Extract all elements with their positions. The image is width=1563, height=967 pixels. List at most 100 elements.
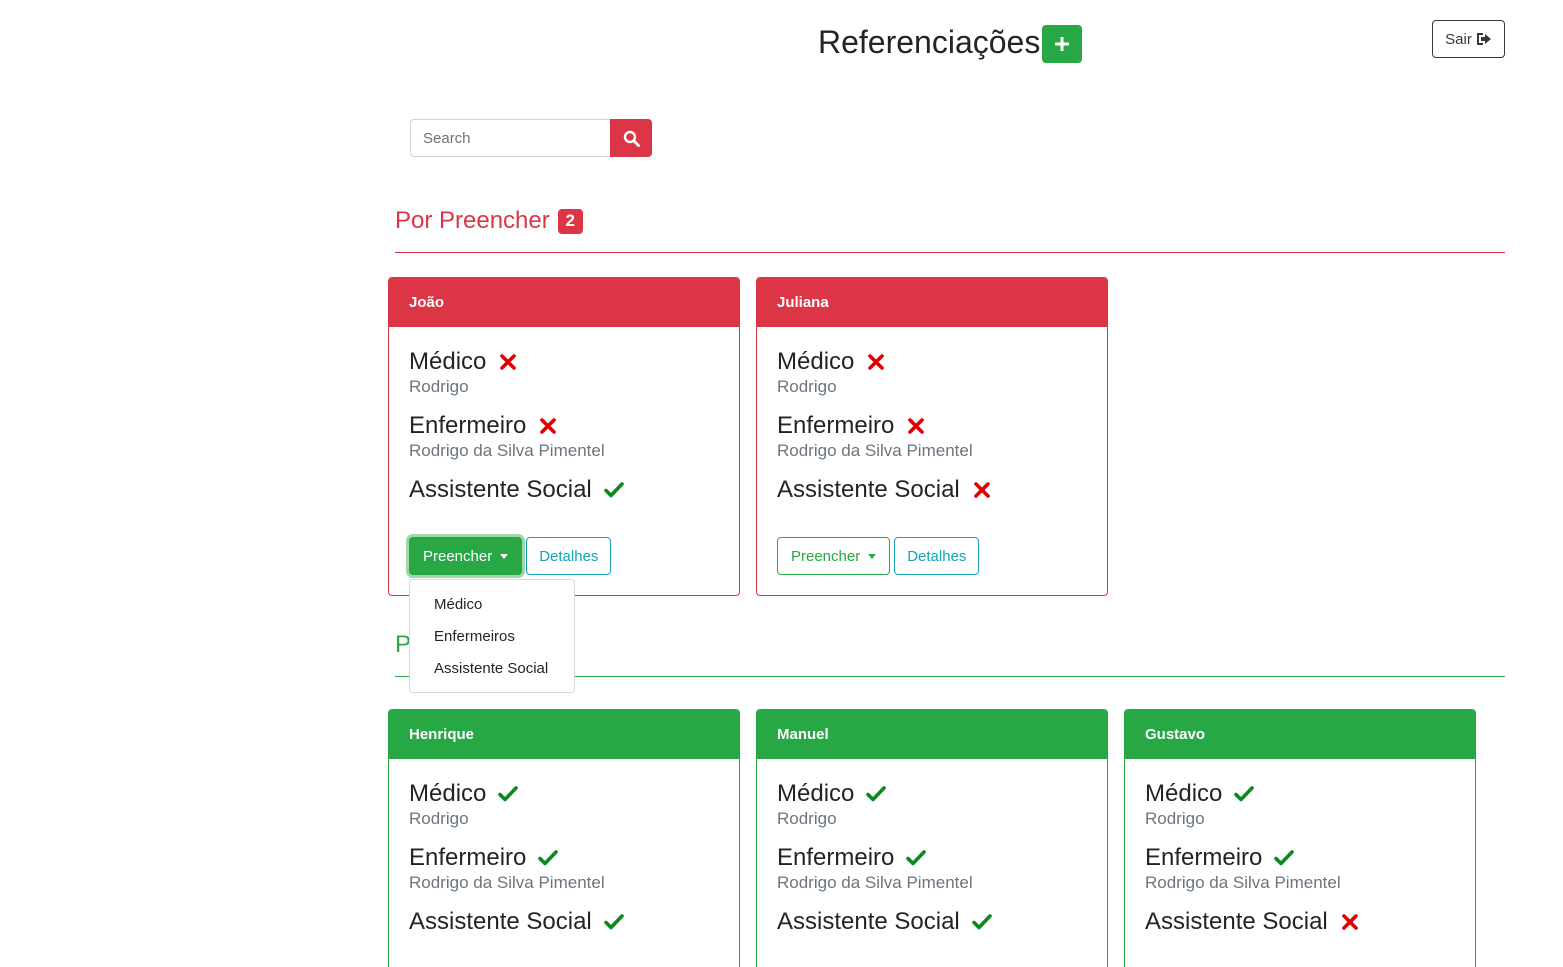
logout-label: Sair xyxy=(1445,30,1472,48)
role-nurse: Enfermeiro Rodrigo da Silva Pimentel xyxy=(409,411,719,461)
role-nurse-label: Enfermeiro xyxy=(1145,844,1263,871)
card-header: Manuel xyxy=(757,710,1107,759)
nurse-name: Rodrigo da Silva Pimentel xyxy=(409,441,605,460)
section-pending-heading: Por Preencher 2 xyxy=(395,206,583,236)
nurse-name: Rodrigo da Silva Pimentel xyxy=(777,873,973,892)
role-social: Assistente Social xyxy=(409,475,719,505)
role-doctor: Médico Rodrigo xyxy=(777,347,1087,397)
dropdown-item-assistente-social[interactable]: Assistente Social xyxy=(410,652,574,684)
caret-down-icon xyxy=(500,553,509,559)
doctor-name: Rodrigo xyxy=(777,377,837,396)
role-doctor-label: Médico xyxy=(1145,780,1223,807)
card-body: Médico Rodrigo Enfermeiro Rodrigo da Silva … xyxy=(757,327,1107,595)
check-icon xyxy=(906,850,927,866)
check-icon xyxy=(866,786,887,802)
role-doctor: Médico Rodrigo xyxy=(409,347,719,397)
role-nurse-label: Enfermeiro xyxy=(777,412,895,439)
role-social-label: Assistente Social xyxy=(409,908,592,935)
card-header: Henrique xyxy=(389,710,739,759)
referral-card: Gustavo Médico Rodrigo Enfermeiro Rodrigo da… xyxy=(1124,709,1476,967)
role-social: Assistente Social xyxy=(1145,907,1455,937)
search-icon xyxy=(623,130,640,147)
section-pending-divider xyxy=(395,252,1505,253)
check-icon xyxy=(971,914,992,930)
search-bar xyxy=(410,119,652,157)
page-title: Referenciações xyxy=(818,24,1041,60)
role-social: Assistente Social xyxy=(409,907,719,937)
role-nurse-label: Enfermeiro xyxy=(409,412,527,439)
add-referral-button[interactable] xyxy=(1042,25,1082,63)
doctor-name: Rodrigo xyxy=(1145,809,1205,828)
search-input[interactable] xyxy=(410,119,610,157)
card-body: Médico Rodrigo Enfermeiro Rodrigo da Silva … xyxy=(389,759,739,937)
details-button[interactable]: Detalhes xyxy=(526,537,612,575)
card-header: Juliana xyxy=(757,278,1107,327)
role-nurse-label: Enfermeiro xyxy=(409,844,527,871)
check-icon xyxy=(1274,850,1295,866)
role-nurse: Enfermeiro Rodrigo da Silva Pimentel xyxy=(409,843,719,893)
role-social: Assistente Social xyxy=(777,475,1087,505)
dropdown-item-enfermeiros[interactable]: Enfermeiros xyxy=(410,620,574,652)
role-social-label: Assistente Social xyxy=(777,908,960,935)
card-body: Médico Rodrigo Enfermeiro Rodrigo da Silva … xyxy=(1125,759,1475,937)
role-nurse: Enfermeiro Rodrigo da Silva Pimentel xyxy=(1145,843,1455,893)
role-doctor: Médico Rodrigo xyxy=(1145,779,1455,829)
doctor-name: Rodrigo xyxy=(409,809,469,828)
cross-icon xyxy=(868,354,885,370)
patient-name: Manuel xyxy=(777,726,829,743)
details-button[interactable]: Detalhes xyxy=(894,537,980,575)
caret-down-icon xyxy=(868,553,877,559)
role-social-label: Assistente Social xyxy=(409,476,592,503)
patient-name: Juliana xyxy=(777,294,829,311)
cross-icon xyxy=(973,482,990,498)
card-body: Médico Rodrigo Enfermeiro Rodrigo da Silva … xyxy=(389,327,739,595)
logout-button[interactable]: Sair xyxy=(1432,20,1505,58)
referral-card: Manuel Médico Rodrigo Enfermeiro Rodrigo da … xyxy=(756,709,1108,967)
fill-button-label: Preencher xyxy=(423,547,493,565)
card-header: Gustavo xyxy=(1125,710,1475,759)
role-doctor-label: Médico xyxy=(409,780,487,807)
role-nurse: Enfermeiro Rodrigo da Silva Pimentel xyxy=(777,843,1087,893)
card-body: Médico Rodrigo Enfermeiro Rodrigo da Silva … xyxy=(757,759,1107,937)
check-icon xyxy=(538,850,559,866)
role-nurse: Enfermeiro Rodrigo da Silva Pimentel xyxy=(777,411,1087,461)
patient-name: Henrique xyxy=(409,726,475,743)
check-icon xyxy=(603,914,624,930)
role-social: Assistente Social xyxy=(777,907,1087,937)
role-doctor-label: Médico xyxy=(777,348,855,375)
check-icon xyxy=(603,482,624,498)
plus-icon xyxy=(1055,37,1069,51)
cross-icon xyxy=(540,418,557,434)
role-social-label: Assistente Social xyxy=(777,476,960,503)
role-nurse-label: Enfermeiro xyxy=(777,844,895,871)
referral-card: Juliana Médico Rodrigo Enfermeiro Rodrigo da… xyxy=(756,277,1108,596)
cross-icon xyxy=(1341,914,1358,930)
nurse-name: Rodrigo da Silva Pimentel xyxy=(409,873,605,892)
doctor-name: Rodrigo xyxy=(777,809,837,828)
section-pending-label: Por Preencher xyxy=(395,207,550,234)
card-actions: Preencher Detalhes xyxy=(777,537,1087,595)
card-header: João xyxy=(389,278,739,327)
fill-dropdown-button[interactable]: Preencher xyxy=(777,537,891,575)
doctor-name: Rodrigo xyxy=(409,377,469,396)
check-icon xyxy=(498,786,519,802)
role-doctor-label: Médico xyxy=(777,780,855,807)
sign-out-icon xyxy=(1476,33,1491,45)
pending-count-badge: 2 xyxy=(557,208,583,234)
referral-card: João Médico Rodrigo Enfermeiro Rodrigo da Si… xyxy=(388,277,740,596)
cross-icon xyxy=(908,418,925,434)
check-icon xyxy=(1234,786,1255,802)
search-button[interactable] xyxy=(610,119,652,157)
referral-card: Henrique Médico Rodrigo Enfermeiro Rodrigo d… xyxy=(388,709,740,967)
cross-icon xyxy=(500,354,517,370)
fill-dropdown-button[interactable]: Preencher xyxy=(409,537,523,575)
role-doctor: Médico Rodrigo xyxy=(409,779,719,829)
patient-name: Gustavo xyxy=(1145,726,1206,743)
role-doctor-label: Médico xyxy=(409,348,487,375)
nurse-name: Rodrigo da Silva Pimentel xyxy=(777,441,973,460)
role-doctor: Médico Rodrigo xyxy=(777,779,1087,829)
patient-name: João xyxy=(409,294,445,311)
dropdown-item-medico[interactable]: Médico xyxy=(410,588,574,620)
nurse-name: Rodrigo da Silva Pimentel xyxy=(1145,873,1341,892)
fill-dropdown-menu: Médico Enfermeiros Assistente Social xyxy=(409,579,575,693)
